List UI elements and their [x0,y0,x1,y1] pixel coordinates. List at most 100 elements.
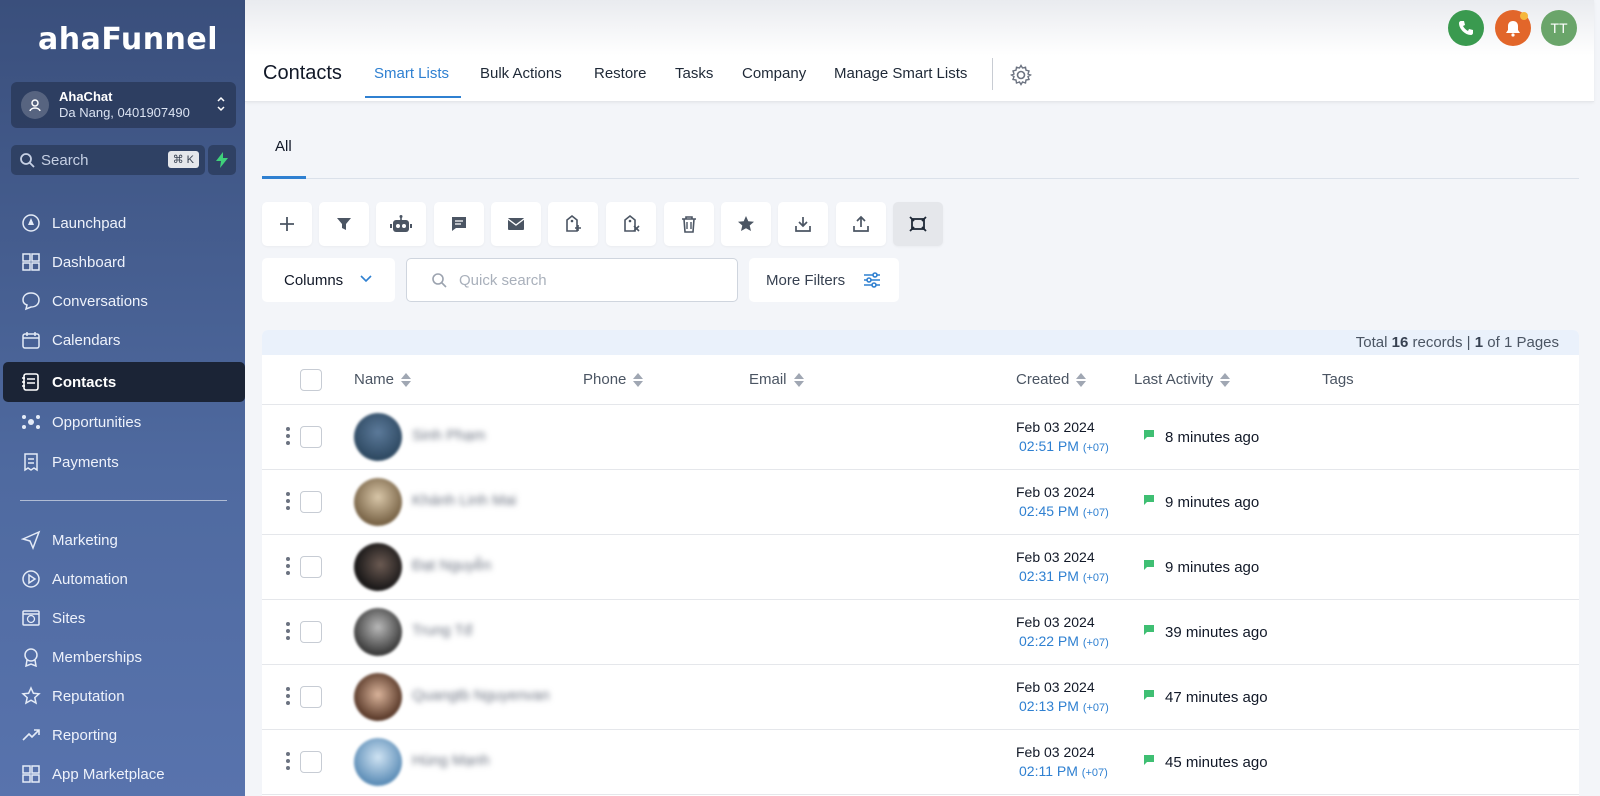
quick-search-input[interactable] [459,271,719,289]
created-time: 02:11 PM (+07) [1019,763,1108,779]
sidebar-item-label: Payments [52,453,119,471]
review-request-button[interactable] [721,202,771,246]
add-tag-button[interactable] [548,202,598,246]
timezone: (+07) [1082,442,1109,454]
sidebar-item-app-marketplace[interactable]: App Marketplace [0,754,245,794]
sidebar-item-automation[interactable]: Automation [0,559,245,599]
sidebar-item-marketing[interactable]: Marketing [0,520,245,560]
row-checkbox[interactable] [300,751,322,773]
column-header-created[interactable]: Created [1016,371,1087,388]
row-checkbox[interactable] [300,686,322,708]
sidebar-item-label: Launchpad [52,214,127,232]
sidebar-item-contacts[interactable]: Contacts [3,362,245,402]
contact-name[interactable]: Sinh Phạm [412,427,485,444]
select-all-checkbox[interactable] [300,369,322,391]
tab-bulk-actions[interactable]: Bulk Actions [480,65,562,82]
sidebar-item-dashboard[interactable]: Dashboard [0,242,245,282]
merge-button[interactable] [893,202,943,246]
message-icon [1143,688,1155,706]
notifications-button[interactable] [1495,10,1531,46]
tab-smart-lists[interactable]: Smart Lists [374,65,449,82]
user-avatar[interactable]: TT [1541,10,1577,46]
smart-list-tab-all[interactable]: All [275,138,292,155]
tab-company[interactable]: Company [742,65,806,82]
contact-name[interactable]: Quangtb Nguyenvan [412,687,550,704]
export-button[interactable] [778,202,828,246]
row-menu-icon[interactable] [286,427,290,445]
table-row[interactable]: Sinh Phạm Feb 03 2024 02:51 PM (+07) 8 m… [262,405,1579,470]
more-filters-button[interactable]: More Filters [749,258,899,302]
row-menu-icon[interactable] [286,752,290,770]
column-header-last-activity[interactable]: Last Activity [1134,371,1231,388]
bell-icon [1504,19,1522,37]
created-date: Feb 03 2024 [1016,614,1095,630]
sidebar-item-memberships[interactable]: Memberships [0,637,245,677]
column-label: Name [354,371,395,388]
account-switcher[interactable]: AhaChat Da Nang, 0401907490 [11,82,236,128]
sidebar-item-launchpad[interactable]: Launchpad [0,203,245,243]
message-icon [1143,493,1155,511]
table-row[interactable]: Quangtb Nguyenvan Feb 03 2024 02:13 PM (… [262,665,1579,730]
row-menu-icon[interactable] [286,622,290,640]
chat-icon [20,290,42,312]
row-menu-icon[interactable] [286,492,290,510]
app-logo[interactable]: ahaFunnel [38,22,218,57]
page-title: Contacts [263,62,342,84]
contact-name[interactable]: Đạt Nguyễn [412,557,491,574]
columns-dropdown[interactable]: Columns [262,258,395,302]
row-menu-icon[interactable] [286,687,290,705]
add-contact-button[interactable] [262,202,312,246]
tab-restore[interactable]: Restore [594,65,647,82]
gear-icon[interactable] [1009,64,1033,91]
created-date: Feb 03 2024 [1016,419,1095,435]
last-activity: 39 minutes ago [1165,624,1268,641]
robot-icon [390,215,412,233]
row-checkbox[interactable] [300,556,322,578]
send-sms-button[interactable] [434,202,484,246]
quick-action-button[interactable] [208,145,236,175]
created-time: 02:51 PM (+07) [1019,438,1109,454]
sidebar-item-conversations[interactable]: Conversations [0,281,245,321]
avatar [354,543,402,591]
delete-button[interactable] [664,202,714,246]
row-checkbox[interactable] [300,621,322,643]
remove-tag-button[interactable] [606,202,656,246]
sidebar-item-reputation[interactable]: Reputation [0,676,245,716]
contact-name[interactable]: Khánh Linh Mai [412,492,516,509]
phone-button[interactable] [1448,10,1484,46]
table-row[interactable]: Hùng Mạnh Feb 03 2024 02:11 PM (+07) 45 … [262,730,1579,795]
sidebar-search[interactable]: Search ⌘ K [11,145,205,175]
filter-button[interactable] [319,202,369,246]
search-label: Search [41,151,89,169]
sidebar-item-calendars[interactable]: Calendars [0,320,245,360]
table-row[interactable]: Trung Tđ Feb 03 2024 02:22 PM (+07) 39 m… [262,600,1579,665]
column-header-tags: Tags [1322,371,1354,388]
contact-name[interactable]: Trung Tđ [412,622,472,639]
sidebar-item-opportunities[interactable]: Opportunities [0,402,245,442]
sidebar-item-payments[interactable]: Payments [0,442,245,482]
column-header-phone[interactable]: Phone [583,371,644,388]
sidebar-item-label: Conversations [52,292,148,310]
send-email-button[interactable] [491,202,541,246]
row-checkbox[interactable] [300,491,322,513]
column-header-name[interactable]: Name [354,371,412,388]
chevron-down-icon [359,271,373,289]
row-menu-icon[interactable] [286,557,290,575]
contact-name[interactable]: Hùng Mạnh [412,752,490,769]
automation-button[interactable] [376,202,426,246]
row-checkbox[interactable] [300,426,322,448]
tab-tasks[interactable]: Tasks [675,65,713,82]
sidebar-item-sites[interactable]: Sites [0,598,245,638]
last-activity: 8 minutes ago [1165,429,1260,446]
timezone: (+07) [1082,637,1109,649]
network-icon [20,411,42,433]
column-header-email[interactable]: Email [749,371,804,388]
apps-icon [20,763,42,785]
sidebar-item-reporting[interactable]: Reporting [0,715,245,755]
import-button[interactable] [836,202,886,246]
sidebar-item-label: Sites [52,609,86,627]
created-time: 02:45 PM (+07) [1019,503,1109,519]
tab-manage-smart-lists[interactable]: Manage Smart Lists [834,65,967,82]
table-row[interactable]: Đạt Nguyễn Feb 03 2024 02:31 PM (+07) 9 … [262,535,1579,600]
table-row[interactable]: Khánh Linh Mai Feb 03 2024 02:45 PM (+07… [262,470,1579,535]
